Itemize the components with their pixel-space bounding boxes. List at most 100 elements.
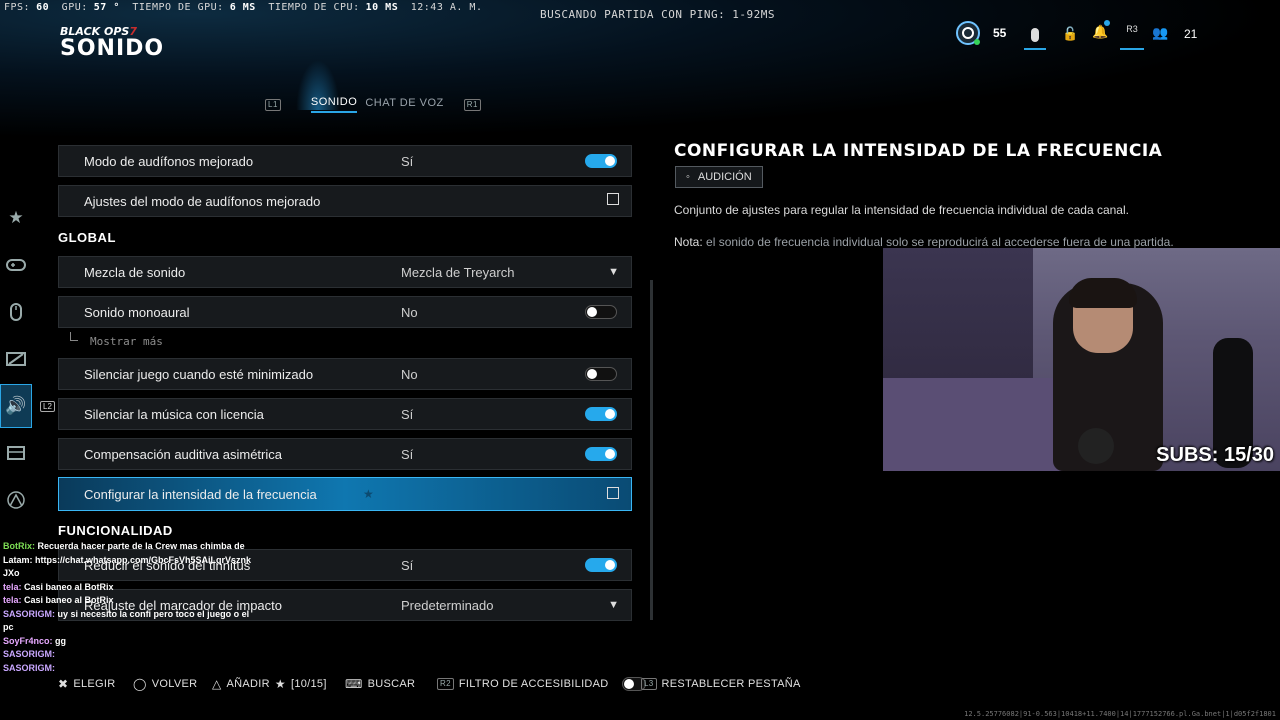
r3-button[interactable]: R3 bbox=[1120, 22, 1144, 50]
search-button[interactable]: ⌨ BUSCAR bbox=[345, 677, 415, 691]
toggle-switch[interactable] bbox=[585, 407, 617, 421]
setting-label: Silenciar la música con licencia bbox=[84, 406, 264, 422]
r2-keycap: R2 bbox=[437, 678, 454, 690]
build-string: 12.5.25776082|91-0.563|10418+11.7400|14|… bbox=[964, 710, 1276, 718]
header-background bbox=[0, 0, 1280, 140]
player-status[interactable]: 55 bbox=[955, 18, 1006, 48]
fps-label: FPS: bbox=[4, 2, 31, 13]
notifications-icon[interactable]: 🔔 bbox=[1092, 24, 1108, 40]
detail-description: Conjunto de ajustes para regular la inte… bbox=[674, 203, 1129, 217]
chat-user: SASORIGM: bbox=[3, 608, 56, 619]
accessibility-label: FILTRO DE ACCESIBILIDAD bbox=[458, 678, 609, 690]
setting-value: Sí bbox=[401, 406, 414, 422]
chevron-down-icon: ▼ bbox=[608, 266, 619, 278]
setting-enhanced-headphones[interactable]: Modo de audífonos mejorado Sí bbox=[58, 145, 632, 177]
l2-keycap[interactable]: L2 bbox=[40, 401, 55, 412]
layout-icon[interactable] bbox=[0, 431, 32, 475]
reset-tab-button[interactable]: L3 RESTABLECER PESTAÑA bbox=[641, 678, 801, 690]
add-favorite-button[interactable]: △ AÑADIR ★ [10/15] bbox=[212, 677, 327, 691]
ear-icon: ◦ bbox=[686, 171, 690, 183]
tab-sonido[interactable]: SONIDO bbox=[310, 96, 358, 113]
toggle-switch[interactable] bbox=[585, 154, 617, 168]
choose-label: ELEGIR bbox=[73, 678, 116, 690]
toggle-switch[interactable] bbox=[585, 367, 617, 381]
player-level: 55 bbox=[993, 26, 1007, 40]
chat-message: SASORIGM: uy si necesito la confi pero t… bbox=[3, 608, 253, 635]
triangle-button-icon: △ bbox=[212, 677, 222, 691]
setting-value: Sí bbox=[401, 446, 414, 462]
cpu-time-label: TIEMPO DE CPU: bbox=[268, 2, 360, 13]
setting-value: Mezcla de Treyarch bbox=[401, 264, 515, 280]
setting-mute-minimized[interactable]: Silenciar juego cuando esté minimizado N… bbox=[58, 358, 632, 390]
setting-label: Configurar la intensidad de la frecuenci… bbox=[84, 486, 317, 502]
cross-button-icon: ✖ bbox=[58, 677, 69, 691]
section-header-global: GLOBAL bbox=[58, 230, 116, 245]
setting-mono-audio[interactable]: Sonido monoaural No bbox=[58, 296, 632, 328]
badge-label: AUDICIÓN bbox=[697, 171, 752, 183]
setting-mute-licensed-music[interactable]: Silenciar la música con licencia Sí bbox=[58, 398, 632, 430]
controller-icon bbox=[1031, 28, 1039, 42]
toggle-switch[interactable] bbox=[585, 558, 617, 572]
rank-emblem-icon bbox=[956, 21, 980, 45]
matchmaking-status: BUSCANDO PARTIDA CON PING: 1-92MS bbox=[540, 8, 776, 21]
footer-bar: ✖ ELEGIR ◯ VOLVER △ AÑADIR ★ [10/15] ⌨ BUSCAR … bbox=[0, 676, 1280, 692]
chat-message: SASORIGM: bbox=[3, 662, 253, 676]
mouse-icon[interactable] bbox=[0, 290, 32, 334]
chat-text: Recuerda hacer parte de la Crew mas chim… bbox=[3, 541, 252, 578]
gamepad-icon[interactable] bbox=[0, 243, 32, 287]
party-count: 21 bbox=[1184, 27, 1198, 41]
setting-value: Predeterminado bbox=[401, 597, 494, 613]
note-label: Nota: bbox=[674, 235, 703, 249]
add-label: AÑADIR bbox=[226, 678, 270, 690]
chat-text: Casi baneo al BotRix bbox=[24, 581, 114, 592]
party-icon[interactable]: 👥 bbox=[1152, 25, 1168, 41]
speaker-icon[interactable]: 🔊 bbox=[0, 384, 32, 428]
scrollbar[interactable] bbox=[650, 280, 653, 620]
chat-message: tela: Casi baneo al BotRix bbox=[3, 581, 253, 595]
stream-chat: BotRix: Recuerda hacer parte de la Crew … bbox=[3, 540, 253, 675]
setting-asymmetric-compensation[interactable]: Compensación auditiva asimétrica Sí bbox=[58, 438, 632, 470]
options-button[interactable] bbox=[1024, 22, 1046, 50]
setting-sound-mix[interactable]: Mezcla de sonido Mezcla de Treyarch ▼ bbox=[58, 256, 632, 288]
chat-user: tela: bbox=[3, 581, 22, 592]
network-icon[interactable] bbox=[0, 478, 32, 522]
gpu-time-value: 6 MS bbox=[229, 2, 256, 13]
back-button[interactable]: ◯ VOLVER bbox=[133, 677, 197, 691]
toggle-switch[interactable] bbox=[585, 447, 617, 461]
tab-chat-de-voz[interactable]: CHAT DE VOZ bbox=[365, 97, 443, 112]
keyboard-icon: ⌨ bbox=[345, 677, 363, 691]
external-link-icon bbox=[607, 193, 619, 205]
accessibility-filter[interactable]: R2 FILTRO DE ACCESIBILIDAD bbox=[437, 677, 646, 691]
setting-frequency-intensity[interactable]: Configurar la intensidad de la frecuenci… bbox=[58, 477, 632, 511]
l3-keycap: L3 bbox=[641, 678, 657, 690]
detail-title: CONFIGURAR LA INTENSIDAD DE LA FRECUENCI… bbox=[674, 141, 1163, 161]
setting-enhanced-headphones-settings[interactable]: Ajustes del modo de audífonos mejorado bbox=[58, 185, 632, 217]
back-label: VOLVER bbox=[151, 678, 198, 690]
setting-value: No bbox=[401, 366, 418, 382]
r1-keycap[interactable]: R1 bbox=[463, 98, 481, 111]
choose-button[interactable]: ✖ ELEGIR bbox=[58, 677, 116, 691]
setting-label: Modo de audífonos mejorado bbox=[84, 153, 254, 169]
chat-message: SASORIGM: bbox=[3, 648, 253, 662]
category-badge: ◦ AUDICIÓN bbox=[675, 166, 763, 188]
l1-keycap[interactable]: L1 bbox=[265, 98, 281, 111]
star-icon[interactable]: ★ bbox=[0, 196, 32, 240]
show-more-link[interactable]: Mostrar más bbox=[90, 335, 163, 348]
toggle-switch[interactable] bbox=[585, 305, 617, 319]
microphone bbox=[1078, 428, 1114, 464]
setting-label: Ajustes del modo de audífonos mejorado bbox=[84, 193, 321, 209]
chat-user: SASORIGM: bbox=[3, 649, 56, 659]
webcam-overlay: SUBS: 15/30 bbox=[883, 248, 1280, 471]
page-title: SONIDO bbox=[60, 36, 165, 61]
setting-label: Mezcla de sonido bbox=[84, 264, 186, 280]
chevron-down-icon: ▼ bbox=[608, 599, 619, 611]
lock-icon[interactable]: 🔓 bbox=[1062, 26, 1078, 42]
chat-user: SASORIGM: bbox=[3, 662, 56, 673]
search-label: BUSCAR bbox=[367, 678, 416, 690]
setting-label: Compensación auditiva asimétrica bbox=[84, 446, 282, 462]
section-header-funcionalidad: FUNCIONALIDAD bbox=[58, 523, 173, 538]
note-text: el sonido de frecuencia individual solo … bbox=[706, 235, 1174, 249]
subs-counter: SUBS: 15/30 bbox=[1156, 444, 1274, 466]
favorite-star-icon[interactable]: ★ bbox=[363, 487, 374, 501]
display-icon[interactable] bbox=[0, 337, 32, 381]
